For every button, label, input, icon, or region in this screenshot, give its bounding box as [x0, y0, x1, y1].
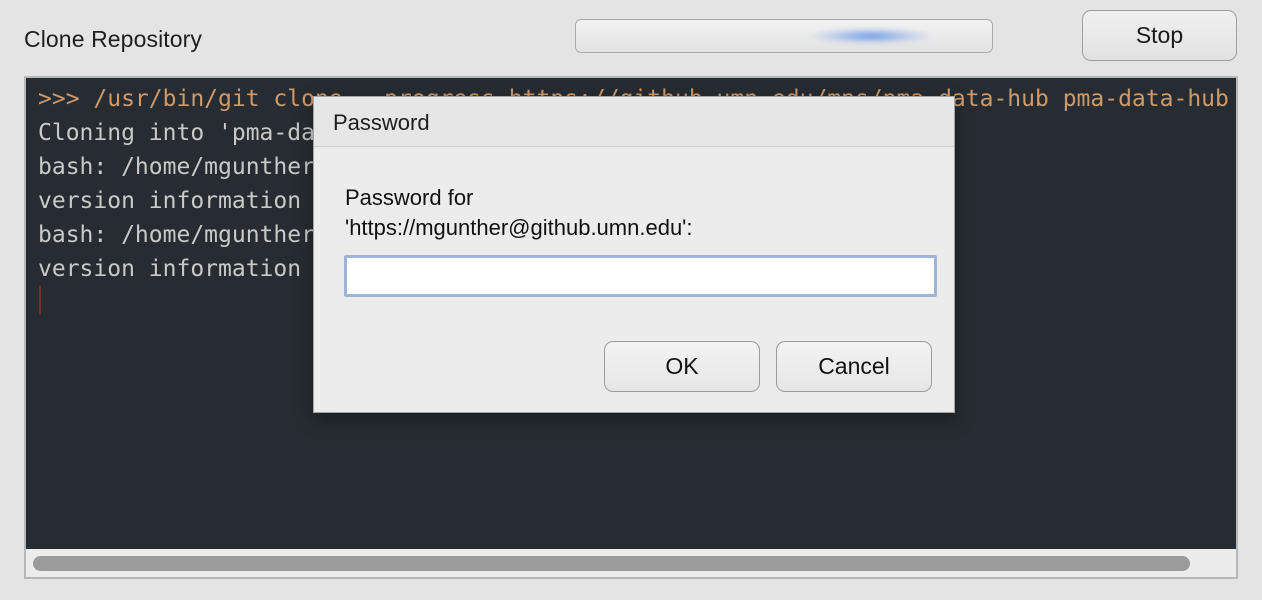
dialog-message-line: 'https://mgunther@github.umn.edu': [345, 215, 693, 240]
horizontal-scrollbar[interactable] [26, 549, 1236, 577]
ok-button[interactable]: OK [604, 341, 760, 392]
stop-button[interactable]: Stop [1082, 10, 1237, 61]
dialog-message: Password for 'https://mgunther@github.um… [345, 183, 693, 243]
progress-indicator [811, 28, 931, 44]
password-input[interactable] [344, 255, 937, 297]
dialog-message-line: Password for [345, 185, 474, 210]
scrollbar-thumb[interactable] [33, 556, 1190, 571]
progress-bar [575, 19, 993, 53]
dialog-titlebar: Password [314, 97, 954, 147]
text-cursor [39, 286, 41, 315]
window-title: Clone Repository [24, 26, 203, 52]
dialog-title: Password [333, 110, 430, 135]
clone-repository-window: Clone Repository Stop >>> /usr/bin/git c… [0, 0, 1262, 600]
password-dialog: Password Password for 'https://mgunther@… [313, 96, 955, 413]
cancel-button[interactable]: Cancel [776, 341, 932, 392]
